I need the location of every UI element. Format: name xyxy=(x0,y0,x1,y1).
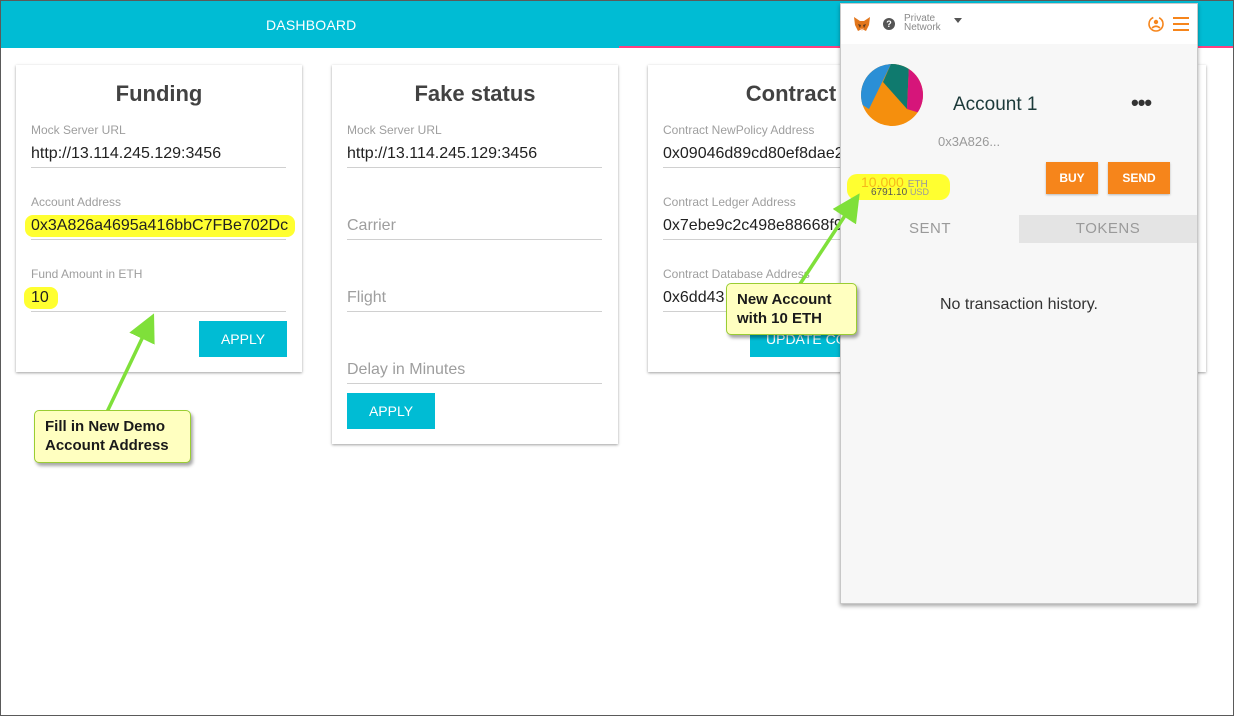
help-icon[interactable]: ? xyxy=(883,18,895,30)
menu-icon[interactable] xyxy=(1173,17,1189,31)
account-options-icon[interactable]: ••• xyxy=(1131,90,1152,116)
delay-input[interactable]: Delay in Minutes xyxy=(347,361,465,379)
funding-account-label: Account Address xyxy=(31,195,122,209)
delay-underline xyxy=(347,383,602,384)
carrier-input[interactable]: Carrier xyxy=(347,217,396,235)
funding-mock-server-underline xyxy=(31,167,286,168)
contract-ledger-input[interactable]: 0x7ebe9c2c498e88668f9 xyxy=(663,217,841,235)
callout-fill-line-1: Fill in New Demo xyxy=(45,418,166,435)
contract-policy-input[interactable]: 0x09046d89cd80ef8dae2 xyxy=(663,145,841,163)
empty-history-message: No transaction history. xyxy=(940,296,1098,313)
fake-status-title: Fake status xyxy=(414,81,536,106)
callout-new-line-1: New Account xyxy=(737,291,832,308)
metamask-header: ? Private Network xyxy=(841,4,1197,44)
balance-usd-value: 6791.10 xyxy=(871,187,908,198)
fake-status-mock-server-input[interactable]: http://13.114.245.129:3456 xyxy=(347,145,602,163)
flight-input[interactable]: Flight xyxy=(347,289,386,307)
funding-amount-label: Fund Amount in ETH xyxy=(31,267,143,281)
callout-new-line-2: with 10 ETH xyxy=(737,310,823,327)
balance-usd: 6791.10 USD xyxy=(871,187,929,198)
funding-card: Funding Mock Server URL http://13.114.24… xyxy=(16,65,302,372)
callout-fill-line-2: Account Address xyxy=(45,437,169,454)
funding-amount-input[interactable]: 10 xyxy=(24,287,58,309)
tab-sent[interactable]: SENT xyxy=(841,215,1019,243)
sync-icon[interactable] xyxy=(1147,15,1165,33)
fox-icon[interactable] xyxy=(853,16,871,32)
fake-status-apply-button[interactable]: APPLY xyxy=(347,393,435,429)
callout-new-account: New Account with 10 ETH xyxy=(726,283,857,335)
funding-account-input[interactable]: 0x3A826a4695a416bbC7FBe702Dc xyxy=(25,215,295,237)
network-selector[interactable]: Private Network xyxy=(904,14,941,33)
tab-dashboard[interactable]: DASHBOARD xyxy=(266,17,356,33)
balance-display: 10.000 ETH 6791.10 USD xyxy=(847,174,950,200)
balance-usd-unit: USD xyxy=(909,187,929,197)
flight-underline xyxy=(347,311,602,312)
network-caret-icon[interactable] xyxy=(954,18,962,23)
contract-ledger-label: Contract Ledger Address xyxy=(663,195,796,209)
fake-status-mock-server-underline xyxy=(347,167,602,168)
metamask-popup: ? Private Network Account 1 ••• 0x3A826.… xyxy=(840,3,1198,604)
tab-tokens[interactable]: TOKENS xyxy=(1019,215,1197,243)
fake-status-mock-server-label: Mock Server URL xyxy=(347,123,442,137)
carrier-underline xyxy=(347,239,602,240)
send-button[interactable]: SEND xyxy=(1108,162,1170,194)
contract-policy-label: Contract NewPolicy Address xyxy=(663,123,815,137)
metamask-tabs: SENT TOKENS xyxy=(841,215,1197,243)
funding-mock-server-input[interactable]: http://13.114.245.129:3456 xyxy=(31,145,286,163)
account-name: Account 1 xyxy=(953,94,1038,115)
funding-mock-server-label: Mock Server URL xyxy=(31,123,126,137)
network-line-2: Network xyxy=(904,22,941,33)
contract-database-label: Contract Database Address xyxy=(663,267,810,281)
fake-status-card: Fake status Mock Server URL http://13.11… xyxy=(332,65,618,444)
account-avatar xyxy=(861,64,923,126)
account-address[interactable]: 0x3A826... xyxy=(938,134,1000,149)
funding-amount-underline xyxy=(31,311,286,312)
funding-apply-button[interactable]: APPLY xyxy=(199,321,287,357)
buy-button[interactable]: BUY xyxy=(1046,162,1098,194)
callout-fill-address: Fill in New Demo Account Address xyxy=(34,410,191,463)
funding-title: Funding xyxy=(115,81,203,106)
funding-account-underline xyxy=(31,239,286,240)
